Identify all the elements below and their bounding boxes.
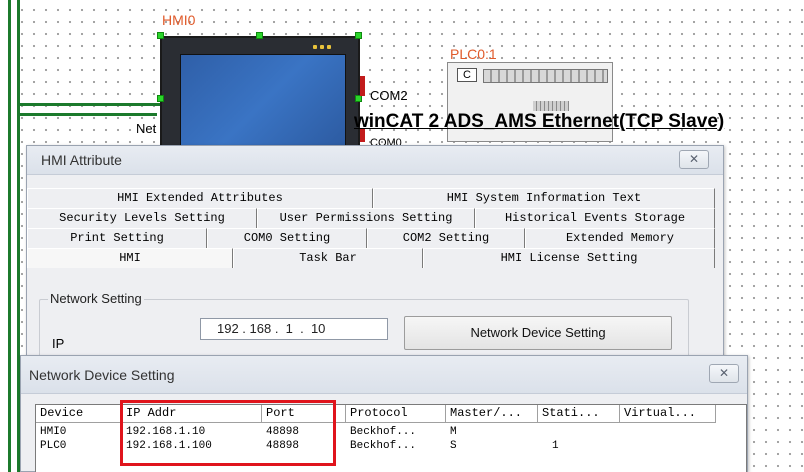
cell-virtual: [620, 439, 716, 453]
tab-hmi[interactable]: HMI: [27, 248, 233, 268]
dialog-title: Network Device Setting: [29, 367, 175, 383]
tab-historical-events-storage[interactable]: Historical Events Storage: [475, 208, 715, 228]
tab-com2-setting[interactable]: COM2 Setting: [367, 228, 525, 248]
close-button[interactable]: ✕: [709, 364, 739, 383]
network-bus-line: [17, 103, 162, 106]
tab-com0-setting[interactable]: COM0 Setting: [207, 228, 367, 248]
network-device-setting-dialog: Network Device Setting ✕ Device IP Addr …: [20, 355, 748, 472]
tab-row: Print Setting COM0 Setting COM2 Setting …: [27, 228, 715, 248]
hmi-screen: [180, 54, 346, 152]
tab-hmi-license-setting[interactable]: HMI License Setting: [423, 248, 715, 268]
cell-device: HMI0: [40, 426, 67, 438]
cell-device: PLC0: [40, 440, 67, 452]
plc-terminal-strip: [533, 101, 569, 111]
cell-master: S: [450, 440, 457, 452]
cell-protocol: Beckhof...: [350, 426, 417, 438]
tab-row: HMI Task Bar HMI License Setting: [27, 248, 715, 268]
cell-station: [538, 425, 620, 439]
cell-master: M: [450, 426, 457, 438]
dialog-titlebar[interactable]: HMI Attribute ✕: [27, 146, 723, 175]
column-header-master[interactable]: Master/...: [446, 405, 538, 423]
hmi-device[interactable]: [160, 36, 360, 154]
selection-handle[interactable]: [256, 32, 263, 39]
tab-print-setting[interactable]: Print Setting: [27, 228, 207, 248]
group-title: Network Setting: [48, 291, 144, 306]
column-header-station[interactable]: Stati...: [538, 405, 620, 423]
com2-label: COM2: [370, 88, 408, 103]
hmi-device-label: HMI0: [162, 12, 196, 28]
selection-handle[interactable]: [157, 32, 164, 39]
hmi-attribute-dialog: HMI Attribute ✕ HMI Extended Attributes …: [26, 145, 724, 375]
dialog-title: HMI Attribute: [41, 152, 122, 168]
network-device-setting-button[interactable]: Network Device Setting: [404, 316, 672, 350]
cell-protocol: Beckhof...: [350, 440, 417, 452]
tab-hmi-system-information-text[interactable]: HMI System Information Text: [373, 188, 715, 208]
dialog-titlebar[interactable]: Network Device Setting ✕: [21, 356, 747, 394]
tab-hmi-extended-attributes[interactable]: HMI Extended Attributes: [27, 188, 373, 208]
tab-security-levels-setting[interactable]: Security Levels Setting: [27, 208, 257, 228]
cell-virtual: [620, 425, 716, 439]
ip-label: IP: [52, 336, 65, 351]
ip-address-input[interactable]: 192 . 168 . 1 . 10: [200, 318, 388, 340]
tab-extended-memory[interactable]: Extended Memory: [525, 228, 715, 248]
network-bus-line: [17, 113, 157, 116]
tab-row: HMI Extended Attributes HMI System Infor…: [27, 188, 715, 208]
column-header-virtual[interactable]: Virtual...: [620, 405, 716, 423]
selection-handle[interactable]: [355, 95, 362, 102]
plc-indicator: C: [457, 68, 477, 82]
net-label: Net: [136, 121, 157, 136]
selection-handle[interactable]: [355, 32, 362, 39]
plc-terminal-strip: [483, 69, 608, 83]
column-header-protocol[interactable]: Protocol: [346, 405, 446, 423]
protocol-banner: winCAT 2 ADS_AMS Ethernet(TCP Slave): [354, 111, 725, 132]
hmi-status-leds: [313, 45, 331, 49]
ip-port-highlight-box: [120, 400, 336, 466]
cell-station: 1: [552, 440, 559, 452]
com2-port[interactable]: [360, 76, 365, 96]
close-button[interactable]: ✕: [679, 150, 709, 169]
tab-user-permissions-setting[interactable]: User Permissions Setting: [257, 208, 475, 228]
column-header-device[interactable]: Device: [36, 405, 122, 423]
plc-device-label: PLC0:1: [450, 46, 497, 62]
tab-task-bar[interactable]: Task Bar: [233, 248, 423, 268]
bus-rail-left: [8, 0, 11, 472]
selection-handle[interactable]: [157, 95, 164, 102]
tab-row: Security Levels Setting User Permissions…: [27, 208, 715, 228]
